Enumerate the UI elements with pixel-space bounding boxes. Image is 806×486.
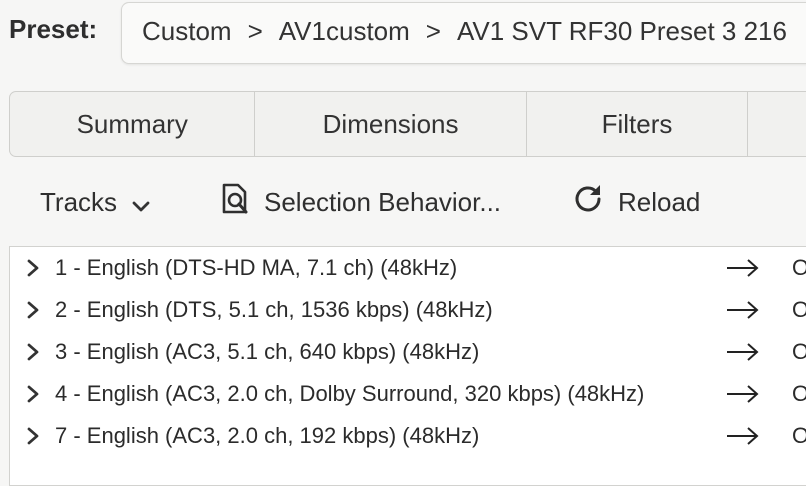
reload-icon bbox=[572, 182, 606, 223]
track-output: O bbox=[792, 255, 806, 281]
chevron-right-icon[interactable] bbox=[25, 258, 41, 283]
arrow-right-icon bbox=[725, 299, 761, 326]
tab-dimensions[interactable]: Dimensions bbox=[255, 92, 527, 156]
track-row[interactable]: 3 - English (AC3, 5.1 ch, 640 kbps) (48k… bbox=[10, 331, 806, 373]
preset-selector[interactable]: Custom > AV1custom > AV1 SVT RF30 Preset 3 2… bbox=[121, 2, 806, 64]
track-output: O bbox=[792, 423, 806, 449]
breadcrumb-separator: > bbox=[425, 16, 441, 46]
tab-overflow[interactable] bbox=[748, 92, 806, 156]
track-description: 7 - English (AC3, 2.0 ch, 192 kbps) (48k… bbox=[55, 423, 480, 448]
track-description: 1 - English (DTS-HD MA, 7.1 ch) (48kHz) bbox=[55, 255, 458, 280]
reload-label: Reload bbox=[618, 186, 701, 217]
track-row[interactable]: 2 - English (DTS, 5.1 ch, 1536 kbps) (48… bbox=[10, 289, 806, 331]
tracks-menu-button[interactable]: Tracks bbox=[40, 172, 151, 232]
preset-breadcrumb-item: Custom bbox=[142, 16, 232, 46]
preset-breadcrumb-item: AV1custom bbox=[278, 16, 410, 46]
audio-track-list: 1 - English (DTS-HD MA, 7.1 ch) (48kHz) … bbox=[9, 246, 806, 486]
chevron-right-icon[interactable] bbox=[25, 384, 41, 409]
preset-row: Preset: Custom > AV1custom > AV1 SVT RF30 Pr… bbox=[0, 0, 806, 68]
selection-behavior-label: Selection Behavior... bbox=[264, 186, 502, 217]
track-description: 3 - English (AC3, 5.1 ch, 640 kbps) (48k… bbox=[55, 339, 480, 364]
reload-button[interactable]: Reload bbox=[572, 172, 700, 232]
track-row[interactable]: 1 - English (DTS-HD MA, 7.1 ch) (48kHz) … bbox=[10, 247, 806, 289]
arrow-right-icon bbox=[725, 257, 761, 284]
tab-filters[interactable]: Filters bbox=[527, 92, 749, 156]
chevron-right-icon[interactable] bbox=[25, 426, 41, 451]
track-description: 2 - English (DTS, 5.1 ch, 1536 kbps) (48… bbox=[55, 297, 493, 322]
tracks-label: Tracks bbox=[40, 186, 118, 217]
breadcrumb-separator: > bbox=[247, 16, 263, 46]
track-output: O bbox=[792, 381, 806, 407]
chevron-right-icon[interactable] bbox=[25, 342, 41, 367]
tab-summary[interactable]: Summary bbox=[10, 92, 256, 156]
preset-label: Preset: bbox=[9, 14, 98, 44]
preset-breadcrumb: Custom > AV1custom > AV1 SVT RF30 Preset 3 2… bbox=[142, 16, 787, 47]
track-description: 4 - English (AC3, 2.0 ch, Dolby Surround… bbox=[55, 381, 645, 406]
track-row[interactable]: 7 - English (AC3, 2.0 ch, 192 kbps) (48k… bbox=[10, 415, 806, 457]
track-output: O bbox=[792, 297, 806, 323]
track-row[interactable]: 4 - English (AC3, 2.0 ch, Dolby Surround… bbox=[10, 373, 806, 415]
track-output: O bbox=[792, 339, 806, 365]
arrow-right-icon bbox=[725, 341, 761, 368]
selection-behavior-icon bbox=[220, 182, 252, 223]
arrow-right-icon bbox=[725, 383, 761, 410]
arrow-right-icon bbox=[725, 425, 761, 452]
selection-behavior-button[interactable]: Selection Behavior... bbox=[220, 172, 501, 232]
tab-bar: Summary Dimensions Filters bbox=[9, 91, 806, 157]
chevron-down-icon bbox=[131, 190, 151, 221]
chevron-right-icon[interactable] bbox=[25, 300, 41, 325]
preset-breadcrumb-item: AV1 SVT RF30 Preset 3 216 bbox=[456, 16, 787, 46]
audio-toolbar: Tracks Selection Behavior... Reload bbox=[0, 172, 806, 232]
